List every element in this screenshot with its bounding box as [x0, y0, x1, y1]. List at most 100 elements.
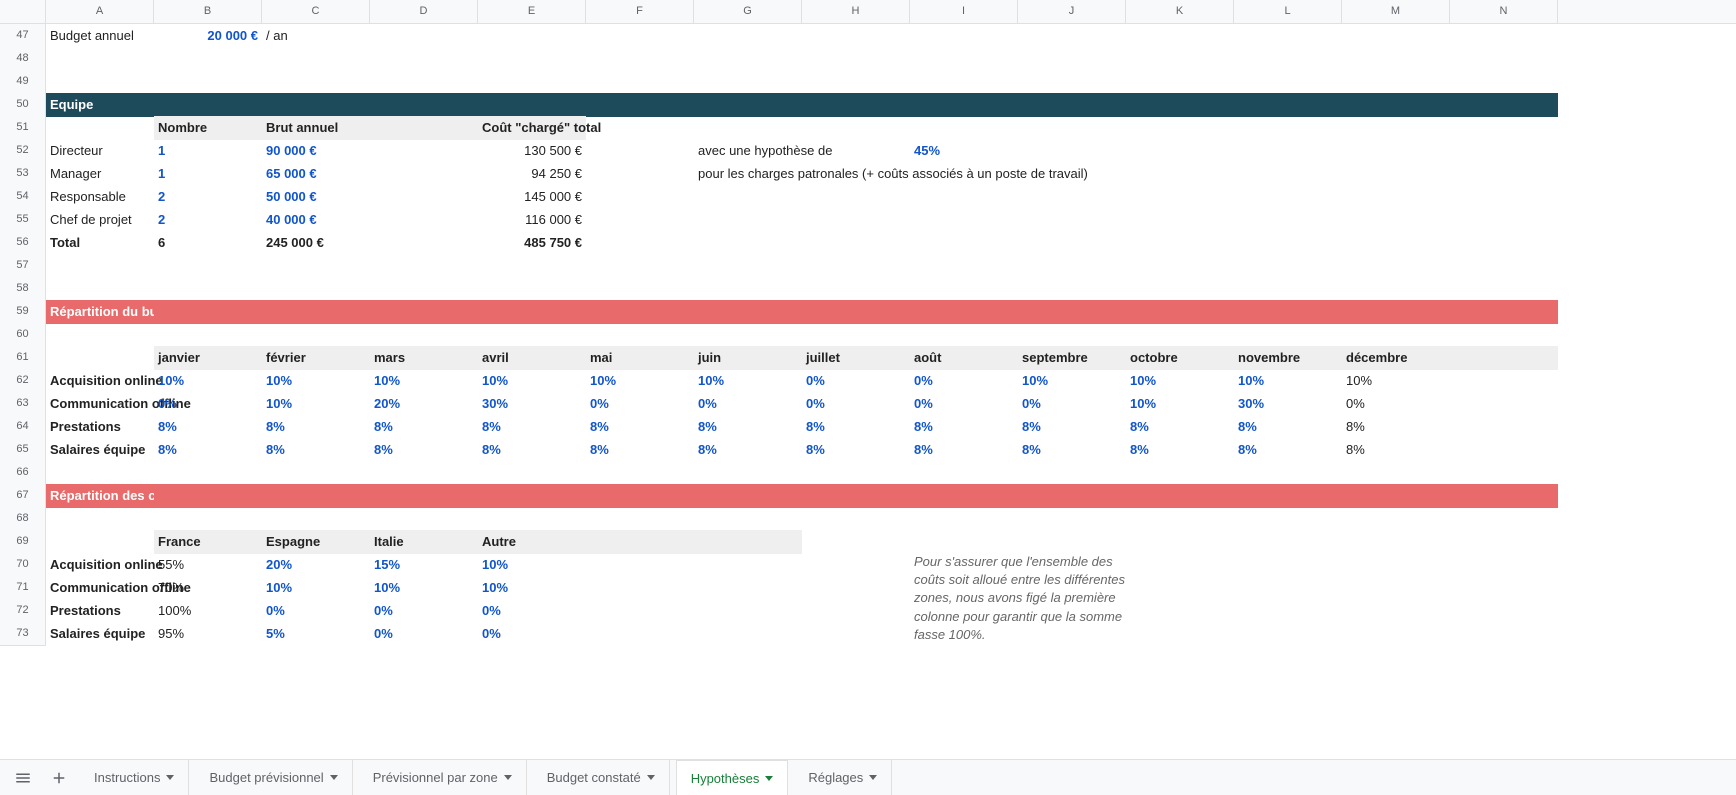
cell[interactable]	[802, 24, 910, 48]
cell[interactable]	[910, 185, 1018, 209]
cell[interactable]	[694, 185, 802, 209]
cell[interactable]	[586, 461, 694, 485]
cell[interactable]	[694, 47, 802, 71]
cell[interactable]: Manager	[46, 162, 154, 186]
cell[interactable]	[1234, 139, 1342, 163]
column-header-A[interactable]: A	[46, 0, 154, 23]
cell[interactable]	[1450, 507, 1558, 531]
cell[interactable]	[46, 277, 154, 301]
row-header-71[interactable]: 71	[0, 576, 46, 600]
cell[interactable]	[1126, 576, 1234, 600]
cell[interactable]	[802, 576, 910, 600]
cell[interactable]	[1018, 507, 1126, 531]
column-header-M[interactable]: M	[1342, 0, 1450, 23]
cell[interactable]	[262, 461, 370, 485]
cell[interactable]: 1	[154, 162, 262, 186]
cell[interactable]: 8%	[1126, 415, 1234, 439]
cell[interactable]: 8%	[802, 438, 910, 462]
cell[interactable]	[1342, 576, 1450, 600]
row-header-54[interactable]: 54	[0, 185, 46, 209]
cell[interactable]	[1342, 599, 1450, 623]
cell[interactable]: 0%	[1018, 392, 1126, 416]
cell[interactable]: Chef de projet	[46, 208, 154, 232]
cell[interactable]: 30%	[478, 392, 586, 416]
row-header-52[interactable]: 52	[0, 139, 46, 163]
cell[interactable]	[1234, 93, 1342, 117]
cell[interactable]	[1018, 185, 1126, 209]
cell[interactable]: 10%	[1126, 392, 1234, 416]
cell[interactable]: 0%	[910, 369, 1018, 393]
cell[interactable]	[370, 24, 478, 48]
cell[interactable]	[1018, 24, 1126, 48]
cell[interactable]	[1342, 484, 1450, 508]
cell[interactable]: Communication offline	[46, 392, 154, 416]
cell[interactable]: Répartition du budget par par mois	[46, 300, 154, 324]
cell[interactable]	[1126, 254, 1234, 278]
cell[interactable]	[802, 116, 910, 140]
column-header-G[interactable]: G	[694, 0, 802, 23]
cell[interactable]: Responsable	[46, 185, 154, 209]
column-header-J[interactable]: J	[1018, 0, 1126, 23]
sheet-tab[interactable]: Réglages	[794, 760, 892, 795]
cell[interactable]	[910, 93, 1018, 117]
cell[interactable]: Pour s'assurer que l'ensemble des coûts …	[910, 553, 1018, 577]
cell[interactable]	[154, 461, 262, 485]
cell[interactable]	[262, 93, 370, 117]
cell[interactable]	[586, 530, 694, 554]
row-header-65[interactable]: 65	[0, 438, 46, 462]
cell[interactable]	[1018, 277, 1126, 301]
cell[interactable]: 10%	[1126, 369, 1234, 393]
row-header-51[interactable]: 51	[0, 116, 46, 140]
cell[interactable]	[1018, 93, 1126, 117]
cell[interactable]: 8%	[910, 438, 1018, 462]
cell[interactable]: 10%	[262, 392, 370, 416]
cell[interactable]	[370, 300, 478, 324]
cell[interactable]: 8%	[370, 438, 478, 462]
cell[interactable]	[694, 208, 802, 232]
cell[interactable]: 94 250 €	[478, 162, 586, 186]
cell[interactable]: Budget annuel	[46, 24, 154, 48]
cell[interactable]	[1234, 599, 1342, 623]
cell[interactable]	[802, 139, 910, 163]
row-header-72[interactable]: 72	[0, 599, 46, 623]
cell[interactable]	[1450, 323, 1558, 347]
cell[interactable]: Total	[46, 231, 154, 255]
row-header-64[interactable]: 64	[0, 415, 46, 439]
cell[interactable]	[1018, 208, 1126, 232]
cell[interactable]	[1126, 553, 1234, 577]
cell[interactable]	[1234, 576, 1342, 600]
cell[interactable]: 0%	[910, 392, 1018, 416]
cell[interactable]: Equipe	[46, 93, 154, 117]
cell[interactable]	[1342, 323, 1450, 347]
cell[interactable]	[586, 162, 694, 186]
cell[interactable]	[1018, 576, 1126, 600]
cell[interactable]: 8%	[694, 438, 802, 462]
cell[interactable]	[802, 70, 910, 94]
cell[interactable]	[370, 208, 478, 232]
cell[interactable]: 8%	[694, 415, 802, 439]
cell[interactable]	[1342, 208, 1450, 232]
cell[interactable]	[1018, 116, 1126, 140]
cell[interactable]	[1018, 70, 1126, 94]
cell[interactable]	[802, 530, 910, 554]
cell[interactable]: 8%	[1342, 415, 1450, 439]
column-header-K[interactable]: K	[1126, 0, 1234, 23]
cell[interactable]	[1126, 185, 1234, 209]
cell[interactable]	[1450, 208, 1558, 232]
row-header-69[interactable]: 69	[0, 530, 46, 554]
cell[interactable]	[586, 576, 694, 600]
cell[interactable]	[586, 185, 694, 209]
cell[interactable]	[586, 24, 694, 48]
cell[interactable]	[1234, 116, 1342, 140]
cell[interactable]	[694, 24, 802, 48]
row-header-68[interactable]: 68	[0, 507, 46, 531]
cell[interactable]	[1342, 231, 1450, 255]
cell[interactable]: 0%	[478, 622, 586, 646]
cell[interactable]	[262, 277, 370, 301]
cell[interactable]	[370, 461, 478, 485]
cell[interactable]: 0%	[370, 599, 478, 623]
cell[interactable]	[154, 323, 262, 347]
cell[interactable]	[1126, 461, 1234, 485]
cell[interactable]: 10%	[154, 369, 262, 393]
row-header-57[interactable]: 57	[0, 254, 46, 278]
